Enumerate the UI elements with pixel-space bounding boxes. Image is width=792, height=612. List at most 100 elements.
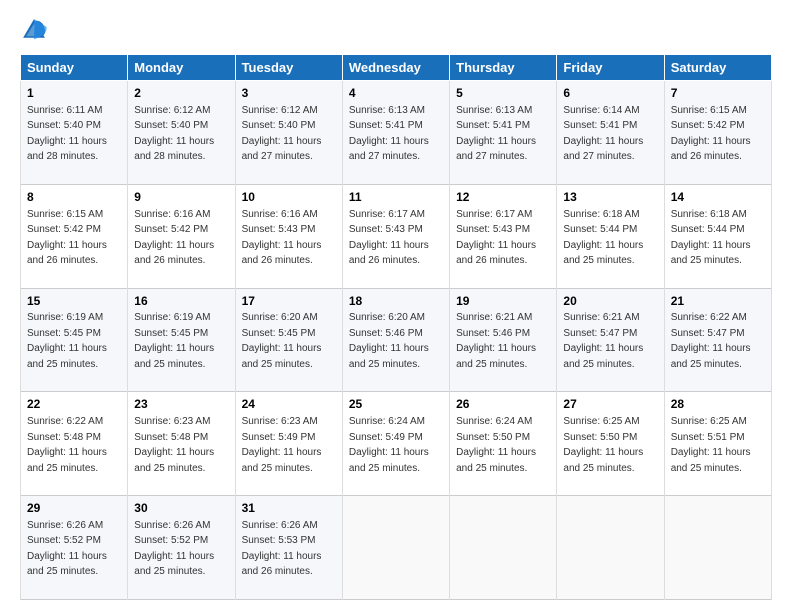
calendar-cell: 29 Sunrise: 6:26 AMSunset: 5:52 PMDayligh… bbox=[21, 496, 128, 600]
calendar-cell: 11 Sunrise: 6:17 AMSunset: 5:43 PMDayligh… bbox=[342, 184, 449, 288]
weekday-header-friday: Friday bbox=[557, 55, 664, 81]
day-info: Sunrise: 6:26 AMSunset: 5:53 PMDaylight:… bbox=[242, 520, 322, 578]
day-number: 25 bbox=[349, 396, 443, 413]
day-number: 18 bbox=[349, 293, 443, 310]
logo bbox=[20, 16, 52, 44]
day-info: Sunrise: 6:22 AMSunset: 5:48 PMDaylight:… bbox=[27, 416, 107, 474]
day-info: Sunrise: 6:15 AMSunset: 5:42 PMDaylight:… bbox=[671, 105, 751, 163]
page: SundayMondayTuesdayWednesdayThursdayFrid… bbox=[0, 0, 792, 612]
day-info: Sunrise: 6:18 AMSunset: 5:44 PMDaylight:… bbox=[563, 209, 643, 267]
calendar-cell: 5Sunrise: 6:13 AMSunset: 5:41 PMDaylight… bbox=[450, 81, 557, 185]
calendar-week-row: 8 Sunrise: 6:15 AMSunset: 5:42 PMDaylight… bbox=[21, 184, 772, 288]
calendar-cell: 31 Sunrise: 6:26 AMSunset: 5:53 PMDayligh… bbox=[235, 496, 342, 600]
day-number: 1 bbox=[27, 85, 121, 102]
day-info: Sunrise: 6:16 AMSunset: 5:42 PMDaylight:… bbox=[134, 209, 214, 267]
day-number: 10 bbox=[242, 189, 336, 206]
day-info: Sunrise: 6:22 AMSunset: 5:47 PMDaylight:… bbox=[671, 312, 751, 370]
day-number: 15 bbox=[27, 293, 121, 310]
day-info: Sunrise: 6:26 AMSunset: 5:52 PMDaylight:… bbox=[27, 520, 107, 578]
day-info: Sunrise: 6:17 AMSunset: 5:43 PMDaylight:… bbox=[349, 209, 429, 267]
calendar-table: SundayMondayTuesdayWednesdayThursdayFrid… bbox=[20, 54, 772, 600]
day-number: 12 bbox=[456, 189, 550, 206]
calendar-cell bbox=[557, 496, 664, 600]
day-number: 23 bbox=[134, 396, 228, 413]
day-info: Sunrise: 6:12 AMSunset: 5:40 PMDaylight:… bbox=[134, 105, 214, 163]
day-info: Sunrise: 6:24 AMSunset: 5:49 PMDaylight:… bbox=[349, 416, 429, 474]
calendar-cell: 19 Sunrise: 6:21 AMSunset: 5:46 PMDayligh… bbox=[450, 288, 557, 392]
day-info: Sunrise: 6:16 AMSunset: 5:43 PMDaylight:… bbox=[242, 209, 322, 267]
day-info: Sunrise: 6:17 AMSunset: 5:43 PMDaylight:… bbox=[456, 209, 536, 267]
calendar-cell bbox=[664, 496, 771, 600]
weekday-header-sunday: Sunday bbox=[21, 55, 128, 81]
calendar-cell bbox=[450, 496, 557, 600]
day-number: 20 bbox=[563, 293, 657, 310]
calendar-cell: 14 Sunrise: 6:18 AMSunset: 5:44 PMDayligh… bbox=[664, 184, 771, 288]
day-info: Sunrise: 6:25 AMSunset: 5:51 PMDaylight:… bbox=[671, 416, 751, 474]
day-info: Sunrise: 6:24 AMSunset: 5:50 PMDaylight:… bbox=[456, 416, 536, 474]
calendar-week-row: 15 Sunrise: 6:19 AMSunset: 5:45 PMDayligh… bbox=[21, 288, 772, 392]
day-number: 19 bbox=[456, 293, 550, 310]
calendar-cell: 24 Sunrise: 6:23 AMSunset: 5:49 PMDayligh… bbox=[235, 392, 342, 496]
day-number: 26 bbox=[456, 396, 550, 413]
logo-icon bbox=[20, 16, 48, 44]
calendar-cell: 26 Sunrise: 6:24 AMSunset: 5:50 PMDayligh… bbox=[450, 392, 557, 496]
header bbox=[20, 16, 772, 44]
day-info: Sunrise: 6:15 AMSunset: 5:42 PMDaylight:… bbox=[27, 209, 107, 267]
day-number: 31 bbox=[242, 500, 336, 517]
calendar-cell: 25 Sunrise: 6:24 AMSunset: 5:49 PMDayligh… bbox=[342, 392, 449, 496]
day-number: 11 bbox=[349, 189, 443, 206]
calendar-cell: 2 Sunrise: 6:12 AMSunset: 5:40 PMDaylight… bbox=[128, 81, 235, 185]
calendar-cell: 21Sunrise: 6:22 AMSunset: 5:47 PMDayligh… bbox=[664, 288, 771, 392]
calendar-cell: 1 Sunrise: 6:11 AMSunset: 5:40 PMDaylight… bbox=[21, 81, 128, 185]
day-number: 24 bbox=[242, 396, 336, 413]
day-number: 16 bbox=[134, 293, 228, 310]
day-number: 27 bbox=[563, 396, 657, 413]
calendar-cell: 23Sunrise: 6:23 AMSunset: 5:48 PMDayligh… bbox=[128, 392, 235, 496]
day-number: 8 bbox=[27, 189, 121, 206]
weekday-header-row: SundayMondayTuesdayWednesdayThursdayFrid… bbox=[21, 55, 772, 81]
day-info: Sunrise: 6:20 AMSunset: 5:45 PMDaylight:… bbox=[242, 312, 322, 370]
weekday-header-thursday: Thursday bbox=[450, 55, 557, 81]
calendar-cell: 30Sunrise: 6:26 AMSunset: 5:52 PMDayligh… bbox=[128, 496, 235, 600]
calendar-cell: 17 Sunrise: 6:20 AMSunset: 5:45 PMDayligh… bbox=[235, 288, 342, 392]
day-info: Sunrise: 6:18 AMSunset: 5:44 PMDaylight:… bbox=[671, 209, 751, 267]
weekday-header-wednesday: Wednesday bbox=[342, 55, 449, 81]
day-number: 9 bbox=[134, 189, 228, 206]
calendar-week-row: 1 Sunrise: 6:11 AMSunset: 5:40 PMDaylight… bbox=[21, 81, 772, 185]
day-number: 3 bbox=[242, 85, 336, 102]
day-info: Sunrise: 6:21 AMSunset: 5:46 PMDaylight:… bbox=[456, 312, 536, 370]
day-info: Sunrise: 6:20 AMSunset: 5:46 PMDaylight:… bbox=[349, 312, 429, 370]
day-number: 2 bbox=[134, 85, 228, 102]
day-number: 17 bbox=[242, 293, 336, 310]
calendar-cell: 3Sunrise: 6:12 AMSunset: 5:40 PMDaylight… bbox=[235, 81, 342, 185]
day-number: 4 bbox=[349, 85, 443, 102]
calendar-cell: 13 Sunrise: 6:18 AMSunset: 5:44 PMDayligh… bbox=[557, 184, 664, 288]
day-number: 5 bbox=[456, 85, 550, 102]
day-number: 7 bbox=[671, 85, 765, 102]
weekday-header-tuesday: Tuesday bbox=[235, 55, 342, 81]
day-number: 29 bbox=[27, 500, 121, 517]
calendar-cell: 16Sunrise: 6:19 AMSunset: 5:45 PMDayligh… bbox=[128, 288, 235, 392]
day-info: Sunrise: 6:14 AMSunset: 5:41 PMDaylight:… bbox=[563, 105, 643, 163]
calendar-cell: 28Sunrise: 6:25 AMSunset: 5:51 PMDayligh… bbox=[664, 392, 771, 496]
day-info: Sunrise: 6:13 AMSunset: 5:41 PMDaylight:… bbox=[349, 105, 429, 163]
calendar-cell: 22Sunrise: 6:22 AMSunset: 5:48 PMDayligh… bbox=[21, 392, 128, 496]
day-info: Sunrise: 6:21 AMSunset: 5:47 PMDaylight:… bbox=[563, 312, 643, 370]
calendar-cell: 6 Sunrise: 6:14 AMSunset: 5:41 PMDaylight… bbox=[557, 81, 664, 185]
day-number: 6 bbox=[563, 85, 657, 102]
day-number: 30 bbox=[134, 500, 228, 517]
calendar-cell: 27Sunrise: 6:25 AMSunset: 5:50 PMDayligh… bbox=[557, 392, 664, 496]
calendar-cell: 20 Sunrise: 6:21 AMSunset: 5:47 PMDayligh… bbox=[557, 288, 664, 392]
day-number: 14 bbox=[671, 189, 765, 206]
weekday-header-saturday: Saturday bbox=[664, 55, 771, 81]
day-number: 13 bbox=[563, 189, 657, 206]
weekday-header-monday: Monday bbox=[128, 55, 235, 81]
calendar-cell: 8 Sunrise: 6:15 AMSunset: 5:42 PMDaylight… bbox=[21, 184, 128, 288]
day-info: Sunrise: 6:19 AMSunset: 5:45 PMDaylight:… bbox=[27, 312, 107, 370]
calendar-cell: 10 Sunrise: 6:16 AMSunset: 5:43 PMDayligh… bbox=[235, 184, 342, 288]
day-info: Sunrise: 6:11 AMSunset: 5:40 PMDaylight:… bbox=[27, 105, 107, 163]
day-info: Sunrise: 6:23 AMSunset: 5:49 PMDaylight:… bbox=[242, 416, 322, 474]
calendar-cell: 7 Sunrise: 6:15 AMSunset: 5:42 PMDaylight… bbox=[664, 81, 771, 185]
calendar-week-row: 29 Sunrise: 6:26 AMSunset: 5:52 PMDayligh… bbox=[21, 496, 772, 600]
calendar-cell: 9 Sunrise: 6:16 AMSunset: 5:42 PMDaylight… bbox=[128, 184, 235, 288]
